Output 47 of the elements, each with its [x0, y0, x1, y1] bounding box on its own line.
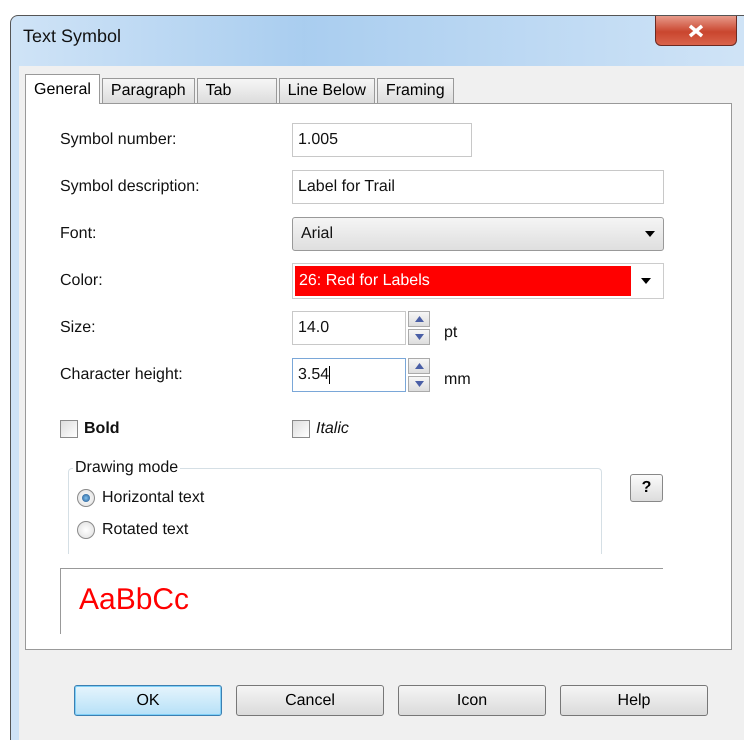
up-arrow-icon [414, 362, 424, 368]
tab[interactable]: General [25, 74, 100, 104]
field-label: Character height: [60, 366, 184, 384]
help-button[interactable]: ? [630, 474, 663, 502]
window-title: Text Symbol [23, 26, 122, 47]
spin-up-button[interactable] [408, 358, 430, 374]
spin-up-button[interactable] [408, 310, 430, 326]
dialog-button[interactable]: Icon [398, 685, 546, 716]
radio-button[interactable] [77, 521, 95, 539]
dialog-button[interactable]: OK [74, 685, 222, 716]
field-label: Symbol description: [60, 178, 201, 196]
unit-label: mm [444, 370, 471, 388]
color-dropdown[interactable]: 26: Red for Labels [292, 262, 664, 298]
dialog-button[interactable]: Help [560, 685, 708, 716]
radio-button[interactable] [77, 489, 95, 507]
field-label: Size: [60, 318, 97, 336]
checkbox[interactable] [60, 420, 78, 438]
down-arrow-icon [414, 334, 424, 340]
close-icon [688, 24, 704, 38]
text-field[interactable]: 1.005 [292, 122, 472, 156]
group-title: Drawing mode [73, 459, 180, 477]
up-arrow-icon [414, 316, 424, 322]
unit-label: pt [444, 324, 458, 342]
radio-label: Rotated text [102, 521, 188, 539]
tab[interactable]: Tab [196, 78, 277, 103]
field-label: Symbol number: [60, 130, 178, 148]
down-arrow-icon [414, 380, 424, 386]
spin-down-button[interactable] [408, 376, 430, 392]
dropdown-arrow-icon [641, 278, 651, 284]
text-field[interactable]: Label for Trail [292, 170, 664, 204]
spin-down-button[interactable] [408, 328, 430, 344]
tab[interactable]: Framing [376, 78, 454, 103]
close-button[interactable] [655, 16, 737, 46]
checkbox[interactable] [292, 420, 310, 438]
dropdown-arrow-icon [645, 230, 655, 236]
field-label: Color: [60, 272, 104, 290]
preview-text: AaBbCc [79, 583, 190, 616]
checkbox-label: Italic [316, 420, 349, 438]
number-field[interactable]: 3.54 [292, 358, 406, 392]
number-field[interactable]: 14.0 [292, 310, 406, 344]
radio-label: Horizontal text [102, 489, 204, 507]
tab[interactable]: Line Below [278, 78, 375, 103]
font-dropdown[interactable]: Arial [292, 216, 664, 250]
tab[interactable]: Paragraph [102, 78, 195, 103]
dialog-button[interactable]: Cancel [236, 685, 384, 716]
checkbox-label: Bold [84, 420, 120, 438]
field-label: Font: [60, 224, 98, 242]
